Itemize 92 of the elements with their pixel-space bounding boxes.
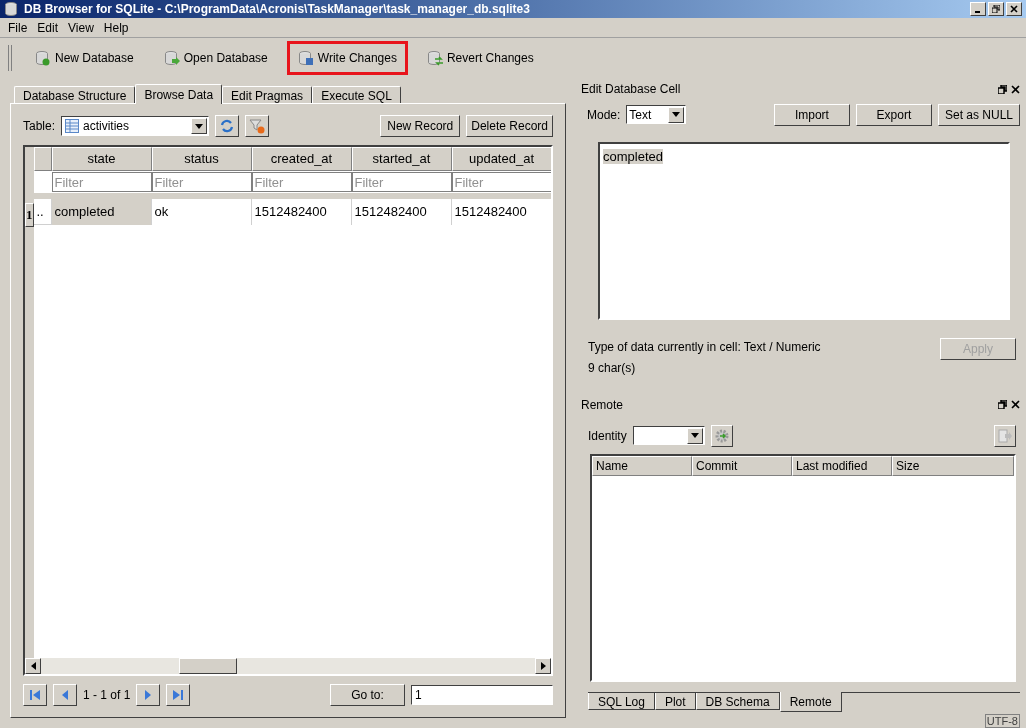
refresh-icon — [219, 118, 236, 134]
column-header[interactable]: Size — [892, 455, 1014, 476]
app-icon — [4, 1, 20, 17]
table-cell[interactable]: ok — [151, 199, 252, 225]
tab[interactable]: Browse Data — [135, 84, 223, 104]
mode-select[interactable]: Text — [626, 105, 687, 125]
tab[interactable]: Execute SQL — [312, 86, 401, 103]
close-icon[interactable] — [1011, 400, 1020, 410]
tab[interactable]: Database Structure — [14, 86, 136, 103]
table-cell[interactable]: .. — [33, 199, 52, 225]
menu-item[interactable]: File — [4, 18, 32, 37]
first-arrow-icon — [29, 688, 41, 702]
table-label: Table: — [23, 118, 56, 135]
menu-item[interactable]: Edit — [33, 18, 63, 37]
database-icon — [163, 49, 180, 66]
menu-item[interactable]: Help — [99, 18, 133, 37]
table-select[interactable]: activities — [61, 116, 210, 136]
tab[interactable]: SQL Log — [588, 693, 655, 710]
float-icon[interactable] — [998, 84, 1007, 94]
close-button[interactable] — [1006, 2, 1022, 16]
float-icon[interactable] — [998, 400, 1007, 410]
record-count: 1 - 1 of 1 — [83, 687, 131, 704]
toolbar-button[interactable]: Revert Changes — [415, 40, 545, 75]
new-record-button[interactable]: New Record — [380, 115, 461, 137]
panel-title: Remote — [581, 396, 624, 414]
filter-field[interactable]: Filter — [451, 172, 551, 192]
column-header[interactable]: Last modified — [792, 455, 892, 476]
toolbar-button[interactable]: New Database — [24, 40, 145, 75]
panel-button[interactable]: Set as NULL — [937, 103, 1020, 126]
go-to-field[interactable]: 1 — [411, 685, 553, 705]
last-page-button[interactable] — [166, 684, 191, 706]
filter-field[interactable]: Filter — [251, 172, 352, 192]
filter-field[interactable]: Filter — [151, 172, 252, 192]
cell-value: completed — [603, 149, 663, 165]
tab[interactable]: Edit Pragmas — [222, 86, 313, 103]
panel-button[interactable]: Import — [773, 103, 850, 126]
identity-select[interactable] — [632, 426, 705, 446]
right-arrow-icon — [540, 662, 546, 670]
column-header[interactable]: state — [51, 147, 152, 171]
tab[interactable]: DB Schema — [695, 693, 780, 710]
table-cell[interactable]: 1512482400 — [251, 199, 352, 225]
encoding-indicator: UTF-8 — [984, 714, 1020, 728]
horizontal-scrollbar[interactable] — [25, 658, 551, 674]
push-button[interactable] — [994, 424, 1016, 447]
menu-item[interactable]: View — [64, 18, 98, 37]
refresh-button[interactable] — [215, 115, 240, 137]
tab[interactable]: Plot — [654, 693, 696, 710]
next-page-button[interactable] — [136, 684, 161, 706]
settings-button[interactable] — [710, 424, 733, 447]
last-arrow-icon — [172, 688, 185, 702]
filter-field[interactable]: Filter — [51, 172, 152, 192]
restore-button[interactable] — [988, 2, 1004, 16]
column-header[interactable]: status — [151, 147, 252, 171]
close-icon[interactable] — [1011, 84, 1020, 94]
filter-icon — [249, 118, 266, 134]
tab[interactable]: Remote — [779, 692, 842, 712]
scrollbar-thumb[interactable] — [179, 658, 237, 674]
database-icon — [426, 49, 443, 66]
database-icon — [35, 49, 51, 66]
table-icon — [65, 119, 80, 133]
filter-field[interactable]: Filter — [351, 172, 452, 192]
go-to-button[interactable]: Go to: — [330, 684, 405, 706]
toolbar-button[interactable]: Open Database — [152, 40, 279, 75]
clear-filters-button[interactable] — [245, 115, 270, 137]
restore-icon — [992, 5, 1000, 13]
char-count: 9 char(s) — [588, 359, 637, 377]
left-arrow-icon — [30, 662, 36, 670]
column-header[interactable]: updated_at — [451, 147, 551, 171]
type-info: Type of data currently in cell: Text / Numeric — [588, 338, 821, 356]
previous-page-button[interactable] — [53, 684, 77, 706]
settings-icon — [713, 427, 730, 444]
cell-editor[interactable]: completed — [598, 142, 1010, 320]
column-header[interactable]: created_at — [251, 147, 352, 171]
toolbar-button[interactable]: Write Changes — [286, 40, 408, 75]
identity-label: Identity — [588, 427, 627, 445]
minimize-button[interactable] — [970, 2, 986, 16]
row-header[interactable]: 1 — [25, 203, 34, 227]
push-icon — [998, 428, 1012, 443]
window-title: DB Browser for SQLite - C:\ProgramData\Acronis\TaskManager\task_manager_db.sqlite3 — [24, 1, 530, 18]
mode-label: Mode: — [587, 106, 621, 124]
delete-record-button[interactable]: Delete Record — [466, 115, 553, 137]
first-page-button[interactable] — [23, 684, 47, 706]
table-cell[interactable]: completed — [51, 199, 152, 225]
panel-title: Edit Database Cell — [581, 81, 681, 98]
panel-button[interactable]: Export — [855, 103, 932, 126]
database-icon — [297, 49, 314, 66]
column-header[interactable]: Name — [592, 455, 692, 476]
column-header[interactable]: Commit — [692, 455, 792, 476]
table-cell[interactable]: 1512482400 — [351, 199, 452, 225]
column-header[interactable]: started_at — [351, 147, 452, 171]
column-header[interactable] — [33, 147, 52, 171]
close-icon — [1010, 5, 1018, 13]
